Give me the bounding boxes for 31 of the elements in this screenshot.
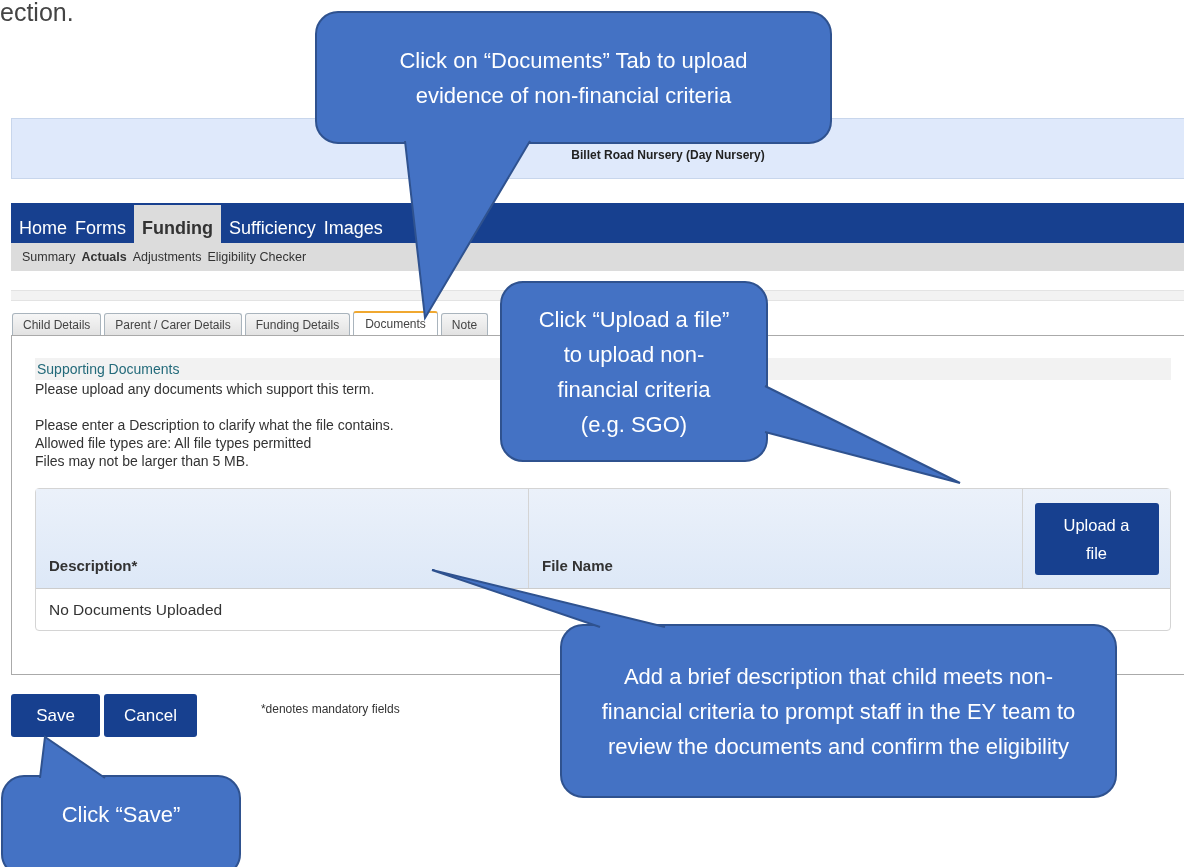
- nav-tab[interactable]: Home: [15, 217, 71, 243]
- tab[interactable]: Documents: [353, 311, 438, 335]
- action-button[interactable]: Save: [11, 694, 100, 737]
- subnav-link[interactable]: Adjustments: [132, 250, 202, 264]
- callout-text: Click on “Documents” Tab to upload evidence of non-financial criteria: [398, 46, 749, 110]
- tab[interactable]: Funding Details: [244, 313, 351, 335]
- column-header: File Name: [529, 489, 1023, 588]
- tab[interactable]: Parent / Carer Details: [104, 313, 242, 335]
- section-title: Supporting Documents: [37, 361, 180, 377]
- subnav-link[interactable]: Summary: [22, 250, 76, 264]
- heading-fragment: ection.: [0, 0, 74, 26]
- callout-text: Click “Upload a file” to upload non-financial criteria (e.g. SGO): [537, 305, 731, 439]
- nursery-title: Billet Road Nursery (Day Nursery): [571, 148, 765, 163]
- info-text: Please enter a Description to clarify what the file contains.: [35, 416, 394, 434]
- footnote: *denotes mandatory fields: [260, 702, 400, 716]
- info-text: Please upload any documents which support this term.: [35, 380, 375, 398]
- callout-text: Add a brief description that child meets non-financial criteria to prompt staff in the EY team to review the documents and confirm the eligibility: [600, 662, 1077, 761]
- tab[interactable]: Child Details: [12, 313, 102, 335]
- tab[interactable]: Note: [440, 313, 489, 335]
- callout-text: Click “Save”: [60, 800, 182, 829]
- subnav-link[interactable]: Eligibility Checker: [207, 250, 307, 264]
- info-text: Allowed file types are: All file types permitted: [35, 434, 312, 452]
- action-button[interactable]: Cancel: [104, 694, 197, 737]
- nav-tab[interactable]: Funding: [134, 205, 221, 243]
- subnav-link[interactable]: Actuals: [81, 250, 127, 264]
- nav-tab[interactable]: Forms: [71, 217, 130, 243]
- upload-button[interactable]: Upload a file: [1034, 502, 1159, 575]
- nav-tab[interactable]: Sufficiency: [225, 217, 320, 243]
- info-text: Files may not be larger than 5 MB.: [35, 452, 249, 470]
- empty-message: No Documents Uploaded: [49, 601, 223, 619]
- nav-tab[interactable]: Images: [319, 217, 387, 243]
